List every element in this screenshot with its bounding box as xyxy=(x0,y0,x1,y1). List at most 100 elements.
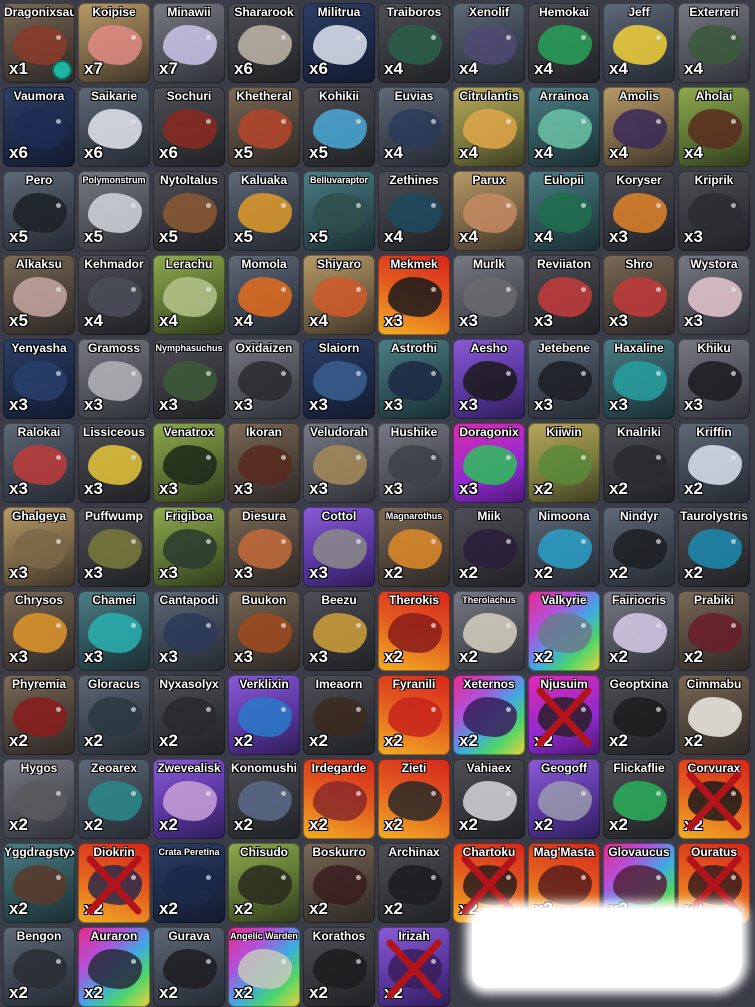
creature-tile[interactable]: Diesura x3 xyxy=(228,507,300,587)
creature-tile[interactable]: Oxidaizen x3 xyxy=(228,339,300,419)
creature-tile[interactable]: Miik x2 xyxy=(453,507,525,587)
creature-tile[interactable]: Ghalgeya x3 xyxy=(3,507,75,587)
creature-tile[interactable]: Koryser x3 xyxy=(603,171,675,251)
creature-tile[interactable]: Zwevealisk x2 xyxy=(153,759,225,839)
creature-tile[interactable]: Fairiocris x2 xyxy=(603,591,675,671)
creature-tile[interactable]: Militrua x6 xyxy=(303,3,375,83)
creature-tile[interactable]: Gurava x2 xyxy=(153,927,225,1007)
creature-tile[interactable]: Archinax x2 xyxy=(378,843,450,923)
creature-tile[interactable]: Kehmador x4 xyxy=(78,255,150,335)
creature-tile[interactable]: Chrysos x3 xyxy=(3,591,75,671)
creature-tile[interactable]: Corvurax x2 xyxy=(678,759,750,839)
creature-tile[interactable]: Exterreri x4 xyxy=(678,3,750,83)
creature-tile[interactable]: Jetebene x3 xyxy=(528,339,600,419)
creature-tile[interactable]: Belluvaraptor x5 xyxy=(303,171,375,251)
creature-tile[interactable]: Taurolystris x2 xyxy=(678,507,750,587)
creature-tile[interactable]: Euvias x4 xyxy=(378,87,450,167)
creature-tile[interactable]: Boskurro x2 xyxy=(303,843,375,923)
creature-tile[interactable]: Kohikii x5 xyxy=(303,87,375,167)
creature-tile[interactable]: Astrothi x3 xyxy=(378,339,450,419)
creature-tile[interactable]: Wystora x3 xyxy=(678,255,750,335)
creature-tile[interactable]: Flickaflie x2 xyxy=(603,759,675,839)
creature-tile[interactable]: Kriffin x2 xyxy=(678,423,750,503)
creature-tile[interactable]: Lissiceous x3 xyxy=(78,423,150,503)
creature-tile[interactable]: Khetheral x5 xyxy=(228,87,300,167)
creature-tile[interactable]: Chisudo x2 xyxy=(228,843,300,923)
creature-tile[interactable]: Reviiaton x3 xyxy=(528,255,600,335)
creature-tile[interactable]: Arrainoa x4 xyxy=(528,87,600,167)
creature-tile[interactable]: Jeff x4 xyxy=(603,3,675,83)
creature-tile[interactable]: Magnarothus x2 xyxy=(378,507,450,587)
creature-tile[interactable]: Sochuri x6 xyxy=(153,87,225,167)
creature-tile[interactable]: Gramoss x3 xyxy=(78,339,150,419)
creature-tile[interactable]: Irdegarde x2 xyxy=(303,759,375,839)
creature-tile[interactable]: Frigiboa x3 xyxy=(153,507,225,587)
creature-tile[interactable]: Beezu x3 xyxy=(303,591,375,671)
creature-tile[interactable]: Minawii x7 xyxy=(153,3,225,83)
creature-tile[interactable]: Knalriki x2 xyxy=(603,423,675,503)
creature-tile[interactable]: Xenolif x4 xyxy=(453,3,525,83)
creature-tile[interactable]: Lerachu x4 xyxy=(153,255,225,335)
creature-tile[interactable]: Njusuim x2 xyxy=(528,675,600,755)
creature-tile[interactable]: Pero x5 xyxy=(3,171,75,251)
creature-tile[interactable]: Verklixin x2 xyxy=(228,675,300,755)
creature-tile[interactable]: Dragonixsauria x1 xyxy=(3,3,75,83)
creature-tile[interactable]: Amolis x4 xyxy=(603,87,675,167)
creature-tile[interactable]: Cantapodi x3 xyxy=(153,591,225,671)
creature-tile[interactable]: Veludorah x3 xyxy=(303,423,375,503)
creature-tile[interactable]: Geogoff x2 xyxy=(528,759,600,839)
creature-tile[interactable]: Nytoltalus x5 xyxy=(153,171,225,251)
creature-tile[interactable]: Irizah x2 xyxy=(378,927,450,1007)
creature-tile[interactable]: Murlk x3 xyxy=(453,255,525,335)
creature-tile[interactable]: Hemokai x4 xyxy=(528,3,600,83)
creature-tile[interactable]: Auraron x2 xyxy=(78,927,150,1007)
creature-tile[interactable]: Doragonix x3 xyxy=(453,423,525,503)
creature-tile[interactable]: Hygos x2 xyxy=(3,759,75,839)
creature-tile[interactable]: Kaluaka x5 xyxy=(228,171,300,251)
creature-tile[interactable]: Alkaksu x5 xyxy=(3,255,75,335)
creature-tile[interactable]: Valkyrie x2 xyxy=(528,591,600,671)
creature-tile[interactable]: Zieti x2 xyxy=(378,759,450,839)
creature-tile[interactable]: Eulopii x4 xyxy=(528,171,600,251)
creature-tile[interactable]: Hushike x3 xyxy=(378,423,450,503)
creature-tile[interactable]: Nyxasolyx x2 xyxy=(153,675,225,755)
creature-tile[interactable]: Zethines x4 xyxy=(378,171,450,251)
creature-tile[interactable]: Buukon x3 xyxy=(228,591,300,671)
creature-tile[interactable]: Saikarie x6 xyxy=(78,87,150,167)
creature-tile[interactable]: Khiku x3 xyxy=(678,339,750,419)
creature-tile[interactable]: Yenyasha x3 xyxy=(3,339,75,419)
creature-tile[interactable]: Angelic Warden x2 xyxy=(228,927,300,1007)
creature-tile[interactable]: Nimoona x2 xyxy=(528,507,600,587)
creature-tile[interactable]: Geoptxina x2 xyxy=(603,675,675,755)
creature-tile[interactable]: Polymonstrum x5 xyxy=(78,171,150,251)
creature-tile[interactable]: Slaiorn x3 xyxy=(303,339,375,419)
creature-tile[interactable]: Shiyaro x4 xyxy=(303,255,375,335)
creature-tile[interactable]: Traiboros x4 xyxy=(378,3,450,83)
creature-tile[interactable]: Koipise x7 xyxy=(78,3,150,83)
creature-tile[interactable]: Therolachus x2 xyxy=(453,591,525,671)
creature-tile[interactable]: Yggdragstyx x2 xyxy=(3,843,75,923)
creature-tile[interactable]: Gloracus x2 xyxy=(78,675,150,755)
creature-tile[interactable]: Mekmek x3 xyxy=(378,255,450,335)
creature-tile[interactable]: Parux x4 xyxy=(453,171,525,251)
creature-tile[interactable]: Cimmabu x2 xyxy=(678,675,750,755)
creature-tile[interactable]: Venatrox x3 xyxy=(153,423,225,503)
creature-tile[interactable]: Shararook x6 xyxy=(228,3,300,83)
creature-tile[interactable]: Haxaline x3 xyxy=(603,339,675,419)
creature-tile[interactable]: Nindyr x2 xyxy=(603,507,675,587)
creature-tile[interactable]: Vaumora x6 xyxy=(3,87,75,167)
creature-tile[interactable]: Nymphasuchus x3 xyxy=(153,339,225,419)
creature-tile[interactable]: Ralokai x3 xyxy=(3,423,75,503)
creature-tile[interactable]: Imeaorn x2 xyxy=(303,675,375,755)
creature-tile[interactable]: Shro x3 xyxy=(603,255,675,335)
creature-tile[interactable]: Konomushi x2 xyxy=(228,759,300,839)
creature-tile[interactable]: Prabiki x2 xyxy=(678,591,750,671)
creature-tile[interactable]: Aholai x4 xyxy=(678,87,750,167)
creature-tile[interactable]: Zeoarex x2 xyxy=(78,759,150,839)
creature-tile[interactable]: Kriprik x3 xyxy=(678,171,750,251)
creature-tile[interactable]: Phyremia x2 xyxy=(3,675,75,755)
creature-tile[interactable]: Cottol x3 xyxy=(303,507,375,587)
creature-tile[interactable]: Puffwump x3 xyxy=(78,507,150,587)
creature-tile[interactable]: Korathos x2 xyxy=(303,927,375,1007)
creature-tile[interactable]: Fyranili x2 xyxy=(378,675,450,755)
